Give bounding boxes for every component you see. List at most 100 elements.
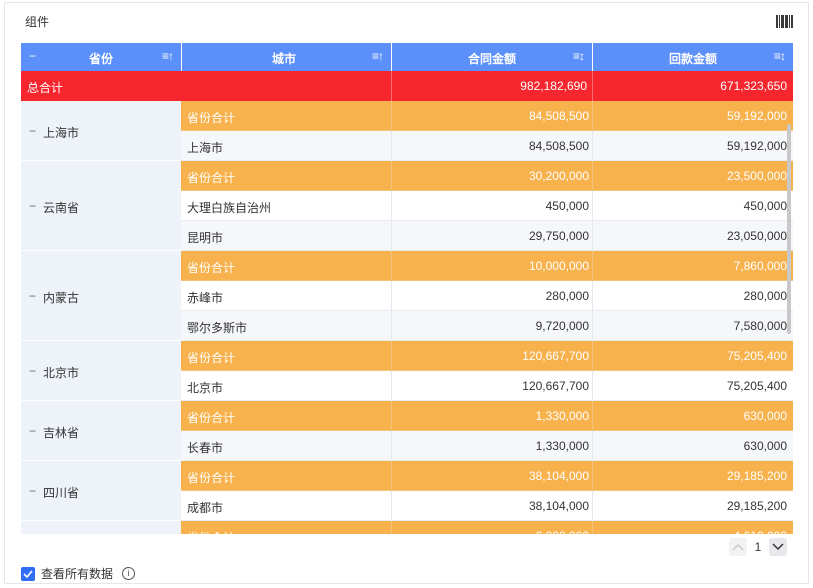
chevron-down-icon — [772, 543, 784, 551]
collapse-icon[interactable]: − — [29, 289, 36, 303]
province-cell: − 北京市 — [21, 341, 181, 401]
province-name: 上海市 — [43, 126, 80, 140]
subtotal-row: 省份合计 38,104,000 29,185,200 — [181, 461, 793, 491]
province-name: 北京市 — [43, 366, 80, 380]
subtotal-row: 省份合计 10,000,000 7,860,000 — [181, 251, 793, 281]
contract-amount-cell: 30,200,000 — [528, 169, 589, 183]
payment-amount-cell: 4,610,000 — [734, 529, 787, 534]
province-name: 吉林省 — [43, 426, 80, 440]
subtotal-row: 省份合计 120,667,700 75,205,400 — [181, 341, 793, 371]
city-cell: 省份合计 — [187, 471, 236, 485]
contract-amount-cell: 84,508,500 — [528, 109, 589, 123]
barcode-icon[interactable] — [776, 15, 793, 28]
contract-amount-cell: 38,104,000 — [528, 469, 589, 483]
subtotal-row: 省份合计 6,000,000 4,610,000 — [181, 521, 793, 534]
contract-amount-cell: 84,508,500 — [528, 139, 589, 153]
show-all-checkbox[interactable] — [21, 566, 35, 581]
pivot-table: − 省份 ≡↑ 城市 ≡↑ 合同金额 ≡↕ 回款金额 ≡↕ 总合计 982,18… — [21, 43, 793, 534]
sort-asc-icon[interactable]: ≡↑ — [162, 49, 174, 63]
contract-amount-cell: 6,000,000 — [536, 529, 589, 534]
show-all-label[interactable]: 查看所有数据 — [41, 565, 113, 582]
header-province-label: 省份 — [89, 52, 114, 66]
table-row: 鄂尔多斯市 9,720,000 7,580,000 — [181, 311, 793, 341]
grand-total-payment: 671,323,650 — [720, 79, 787, 93]
payment-amount-cell: 75,205,400 — [726, 349, 787, 363]
payment-amount-cell: 75,205,400 — [726, 379, 787, 393]
contract-amount-cell: 120,667,700 — [522, 349, 589, 363]
sort-icon[interactable]: ≡↕ — [774, 49, 786, 63]
current-page: 1 — [754, 540, 762, 554]
footer: 查看所有数据 i — [21, 565, 136, 582]
contract-amount-cell: 38,104,000 — [528, 499, 589, 513]
payment-amount-cell: 280,000 — [743, 289, 787, 303]
payment-amount-cell: 450,000 — [743, 199, 787, 213]
city-cell: 省份合计 — [187, 261, 236, 275]
header-contract[interactable]: 合同金额 ≡↕ — [392, 43, 592, 71]
prev-page-button[interactable] — [729, 538, 747, 556]
province-name: 云南省 — [43, 201, 80, 215]
grand-total-row: 总合计 982,182,690 671,323,650 — [21, 71, 793, 101]
header-city-label: 城市 — [272, 52, 297, 66]
province-cell: − 吉林省 — [21, 401, 181, 461]
header-province[interactable]: − 省份 ≡↑ — [21, 43, 181, 71]
collapse-icon[interactable]: − — [29, 484, 36, 498]
payment-amount-cell: 29,185,200 — [726, 499, 787, 513]
grand-total-label: 总合计 — [27, 81, 64, 95]
sort-icon[interactable]: ≡↕ — [573, 49, 585, 63]
table-row: 上海市 84,508,500 59,192,000 — [181, 131, 793, 161]
province-name: 内蒙古 — [43, 291, 80, 305]
city-cell: 省份合计 — [187, 111, 236, 125]
subtotal-row: 省份合计 30,200,000 23,500,000 — [181, 161, 793, 191]
subtotal-row: 省份合计 1,330,000 630,000 — [181, 401, 793, 431]
province-cell: − 上海市 — [21, 101, 181, 161]
contract-amount-cell: 10,000,000 — [528, 259, 589, 273]
city-cell: 省份合计 — [187, 529, 235, 534]
payment-amount-cell: 7,860,000 — [733, 259, 787, 273]
collapse-icon[interactable]: − — [29, 199, 36, 213]
chevron-up-icon — [732, 543, 744, 551]
province-cell: − 云南省 — [21, 161, 181, 251]
table-row: 昆明市 29,750,000 23,050,000 — [181, 221, 793, 251]
province-name: 四川省 — [43, 486, 80, 500]
table-row: 长春市 1,330,000 630,000 — [181, 431, 793, 461]
city-cell: 省份合计 — [187, 411, 236, 425]
table-row: 大理白族自治州 450,000 450,000 — [181, 191, 793, 221]
contract-amount-cell: 450,000 — [545, 199, 589, 213]
city-cell: 鄂尔多斯市 — [187, 321, 248, 335]
payment-amount-cell: 630,000 — [743, 439, 787, 453]
table-row: 北京市 120,667,700 75,205,400 — [181, 371, 793, 401]
city-cell: 上海市 — [187, 141, 224, 155]
contract-amount-cell: 29,750,000 — [528, 229, 589, 243]
pagination: 1 — [729, 538, 787, 556]
city-cell: 成都市 — [187, 501, 224, 515]
contract-amount-cell: 9,720,000 — [535, 319, 589, 333]
header-payment-label: 回款金额 — [669, 52, 718, 66]
collapse-icon[interactable]: − — [29, 424, 36, 438]
city-cell: 长春市 — [187, 441, 224, 455]
info-icon[interactable]: i — [122, 567, 136, 580]
table-scrollbar[interactable] — [787, 124, 791, 334]
payment-amount-cell: 630,000 — [743, 409, 787, 423]
city-cell: 省份合计 — [187, 351, 236, 365]
payment-amount-cell: 29,185,200 — [726, 469, 787, 483]
collapse-icon[interactable]: − — [29, 124, 36, 138]
header-payment[interactable]: 回款金额 ≡↕ — [593, 43, 793, 71]
widget-title: 组件 — [25, 15, 50, 29]
table-row: 成都市 38,104,000 29,185,200 — [181, 491, 793, 521]
subtotal-row: 省份合计 84,508,500 59,192,000 — [181, 101, 793, 131]
payment-amount-cell: 23,050,000 — [726, 229, 787, 243]
collapse-icon[interactable]: − — [29, 364, 36, 378]
city-cell: 大理白族自治州 — [187, 201, 272, 215]
header-city[interactable]: 城市 ≡↑ — [182, 43, 391, 71]
contract-amount-cell: 120,667,700 — [522, 379, 589, 393]
payment-amount-cell: 7,580,000 — [733, 319, 787, 333]
collapse-all-icon[interactable]: − — [29, 49, 36, 63]
payment-amount-cell: 59,192,000 — [726, 139, 787, 153]
contract-amount-cell: 1,330,000 — [535, 439, 589, 453]
sort-asc-icon[interactable]: ≡↑ — [372, 49, 384, 63]
province-cell — [21, 521, 181, 534]
city-cell: 赤峰市 — [187, 291, 224, 305]
table-row: 赤峰市 280,000 280,000 — [181, 281, 793, 311]
payment-amount-cell: 23,500,000 — [726, 169, 787, 183]
next-page-button[interactable] — [769, 538, 787, 556]
